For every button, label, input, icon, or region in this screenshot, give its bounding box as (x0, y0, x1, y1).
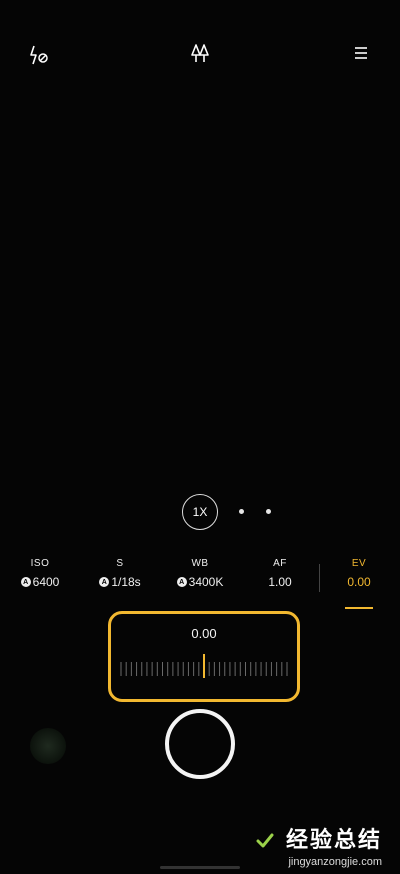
param-wb[interactable]: WB A 3400K (160, 558, 240, 589)
watermark-url: jingyanzongjie.com (288, 856, 382, 868)
param-shutter-name: S (116, 558, 124, 569)
param-af[interactable]: AF 1.00 (240, 558, 320, 591)
zoom-row: 1X (0, 494, 400, 530)
zoom-option-dot[interactable] (239, 509, 244, 514)
param-ev-value: 0.00 (347, 575, 371, 589)
active-param-indicator (345, 607, 373, 609)
auto-icon: A (20, 577, 31, 587)
zoom-option-dot[interactable] (266, 509, 271, 514)
param-ev-name: EV (351, 558, 367, 569)
home-indicator (160, 866, 240, 869)
menu-icon[interactable] (352, 44, 370, 62)
param-iso[interactable]: ISO A 6400 (0, 558, 80, 589)
camera-screen: 1X ISO A 6400 S A 1/18s WB A 3400K AF 1.… (0, 0, 400, 874)
param-af-value: 1.00 (268, 575, 292, 589)
ev-slider-panel[interactable]: 0.00 (108, 611, 300, 702)
auto-icon: A (99, 577, 110, 587)
top-bar (0, 40, 400, 70)
check-mark-icon (256, 833, 274, 848)
shutter-button[interactable] (165, 709, 235, 779)
zoom-1x-button[interactable]: 1X (182, 494, 218, 530)
zoom-label: 1X (192, 505, 208, 519)
param-af-value-wrap: 1.00 (268, 575, 291, 589)
ev-slider-scale[interactable] (111, 652, 297, 682)
param-ev-value-wrap: 0.00 (347, 575, 370, 589)
param-af-name: AF (273, 558, 287, 569)
param-shutter-value-wrap: A 1/18s (99, 575, 141, 589)
pro-params-row: ISO A 6400 S A 1/18s WB A 3400K AF 1.00 (0, 558, 400, 614)
trees-icon[interactable] (188, 42, 212, 66)
watermark-title-row: 经验总结 (256, 822, 382, 854)
param-shutter-value: 1/18s (111, 575, 141, 589)
param-iso-value: 6400 (32, 575, 60, 589)
auto-icon: A (176, 577, 187, 587)
ev-slider-value: 0.00 (191, 626, 217, 641)
param-wb-value: 3400K (188, 575, 224, 589)
gallery-thumbnail[interactable] (30, 728, 66, 764)
flash-off-icon[interactable] (28, 44, 50, 66)
watermark-title: 经验总结 (285, 827, 382, 852)
param-iso-value-wrap: A 6400 (20, 575, 60, 589)
param-wb-value-wrap: A 3400K (176, 575, 224, 589)
watermark: 经验总结 jingyanzongjie.com (256, 822, 382, 868)
param-wb-name: WB (191, 558, 209, 569)
param-ev[interactable]: EV 0.00 (319, 558, 399, 591)
param-iso-name: ISO (30, 558, 50, 569)
param-shutter[interactable]: S A 1/18s (80, 558, 160, 589)
